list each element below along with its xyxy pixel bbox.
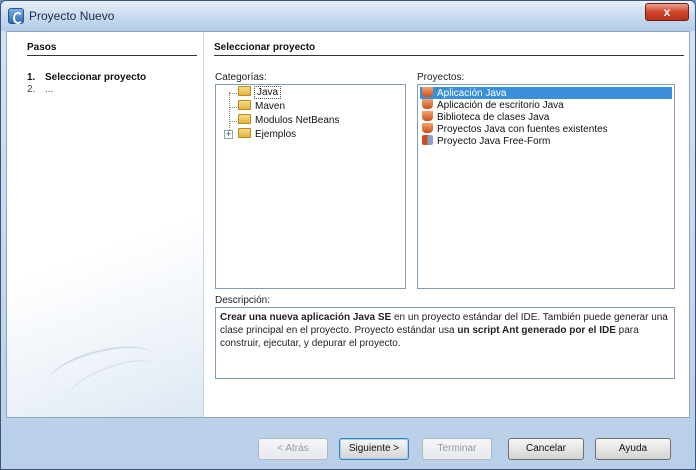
steps-pane: Pasos 1. Seleccionar proyecto 2.... [7, 32, 204, 417]
tree-item-label: Maven [255, 101, 286, 112]
list-item-java-desktop-application[interactable]: Aplicación de escritorio Java [420, 99, 672, 111]
projects-list[interactable]: Aplicación Java Aplicación de escritorio… [417, 84, 675, 289]
tree-item-java[interactable]: Java [238, 86, 282, 100]
list-item-label: Aplicación Java [437, 88, 507, 99]
step-item-1: 1. Seleccionar proyecto [27, 72, 146, 83]
categories-tree[interactable]: Java Maven Modulos NetBeans + Ejemplos [215, 84, 406, 289]
step-label: Seleccionar proyecto [45, 72, 147, 83]
list-item-label: Biblioteca de clases Java [437, 112, 550, 123]
freeform-project-icon [422, 135, 433, 145]
java-cup-icon [422, 123, 433, 133]
close-button[interactable]: x [645, 3, 689, 21]
folder-icon [238, 114, 251, 124]
step-item-2: 2.... [27, 84, 53, 95]
list-item-java-free-form[interactable]: Proyecto Java Free-Form [420, 135, 672, 147]
step-number: 2. [27, 84, 36, 95]
panel-heading: Seleccionar proyecto [214, 42, 684, 56]
list-item-label: Proyecto Java Free-Form [437, 136, 551, 147]
java-cup-icon [422, 111, 433, 121]
java-cup-icon [422, 99, 433, 109]
description-bold: un script Ant generado por el IDE [457, 325, 616, 336]
list-item-java-application[interactable]: Aplicación Java [420, 87, 672, 99]
description-label: Descripción: [215, 295, 271, 306]
tree-item-label: Ejemplos [255, 129, 297, 140]
title-bar[interactable]: Proyecto Nuevo x [1, 1, 695, 31]
projects-label: Proyectos: [417, 72, 465, 83]
folder-icon [238, 100, 251, 110]
step-number: 1. [27, 72, 36, 83]
description-bold: Crear una nueva aplicación Java SE [220, 312, 392, 323]
categories-label: Categorías: [215, 72, 267, 83]
back-button[interactable]: < Atrás [258, 438, 328, 460]
window-title: Proyecto Nuevo [29, 9, 115, 23]
finish-button[interactable]: Terminar [422, 438, 492, 460]
folder-icon [238, 86, 251, 96]
help-button[interactable]: Ayuda [595, 438, 671, 460]
list-item-java-class-library[interactable]: Biblioteca de clases Java [420, 111, 672, 123]
tree-item-label: Java [253, 86, 282, 99]
next-button[interactable]: Siguiente > [339, 438, 409, 460]
cancel-button[interactable]: Cancelar [508, 438, 584, 460]
folder-icon [238, 128, 251, 138]
list-item-java-existing-sources[interactable]: Proyectos Java con fuentes existentes [420, 123, 672, 135]
expand-plus-icon[interactable]: + [224, 130, 233, 139]
java-cup-icon [422, 87, 433, 97]
tree-item-maven[interactable]: Maven [238, 100, 285, 114]
tree-item-samples[interactable]: Ejemplos [238, 128, 296, 142]
steps-heading: Pasos [27, 42, 197, 56]
tree-item-netbeans-modules[interactable]: Modulos NetBeans [238, 114, 340, 128]
new-project-dialog: Proyecto Nuevo x Pasos 1. Seleccionar pro… [0, 0, 696, 470]
list-item-label: Aplicación de escritorio Java [437, 100, 564, 111]
dialog-content: Pasos 1. Seleccionar proyecto 2.... Selec… [6, 31, 690, 418]
netbeans-app-icon [8, 8, 24, 24]
button-bar: < Atrás Siguiente > Terminar Cancelar Ay… [1, 419, 695, 469]
tree-item-label: Modulos NetBeans [255, 115, 340, 126]
step-label: ... [45, 84, 54, 95]
description-text: Crear una nueva aplicación Java SE en un… [215, 307, 675, 379]
list-item-label: Proyectos Java con fuentes existentes [437, 124, 608, 135]
